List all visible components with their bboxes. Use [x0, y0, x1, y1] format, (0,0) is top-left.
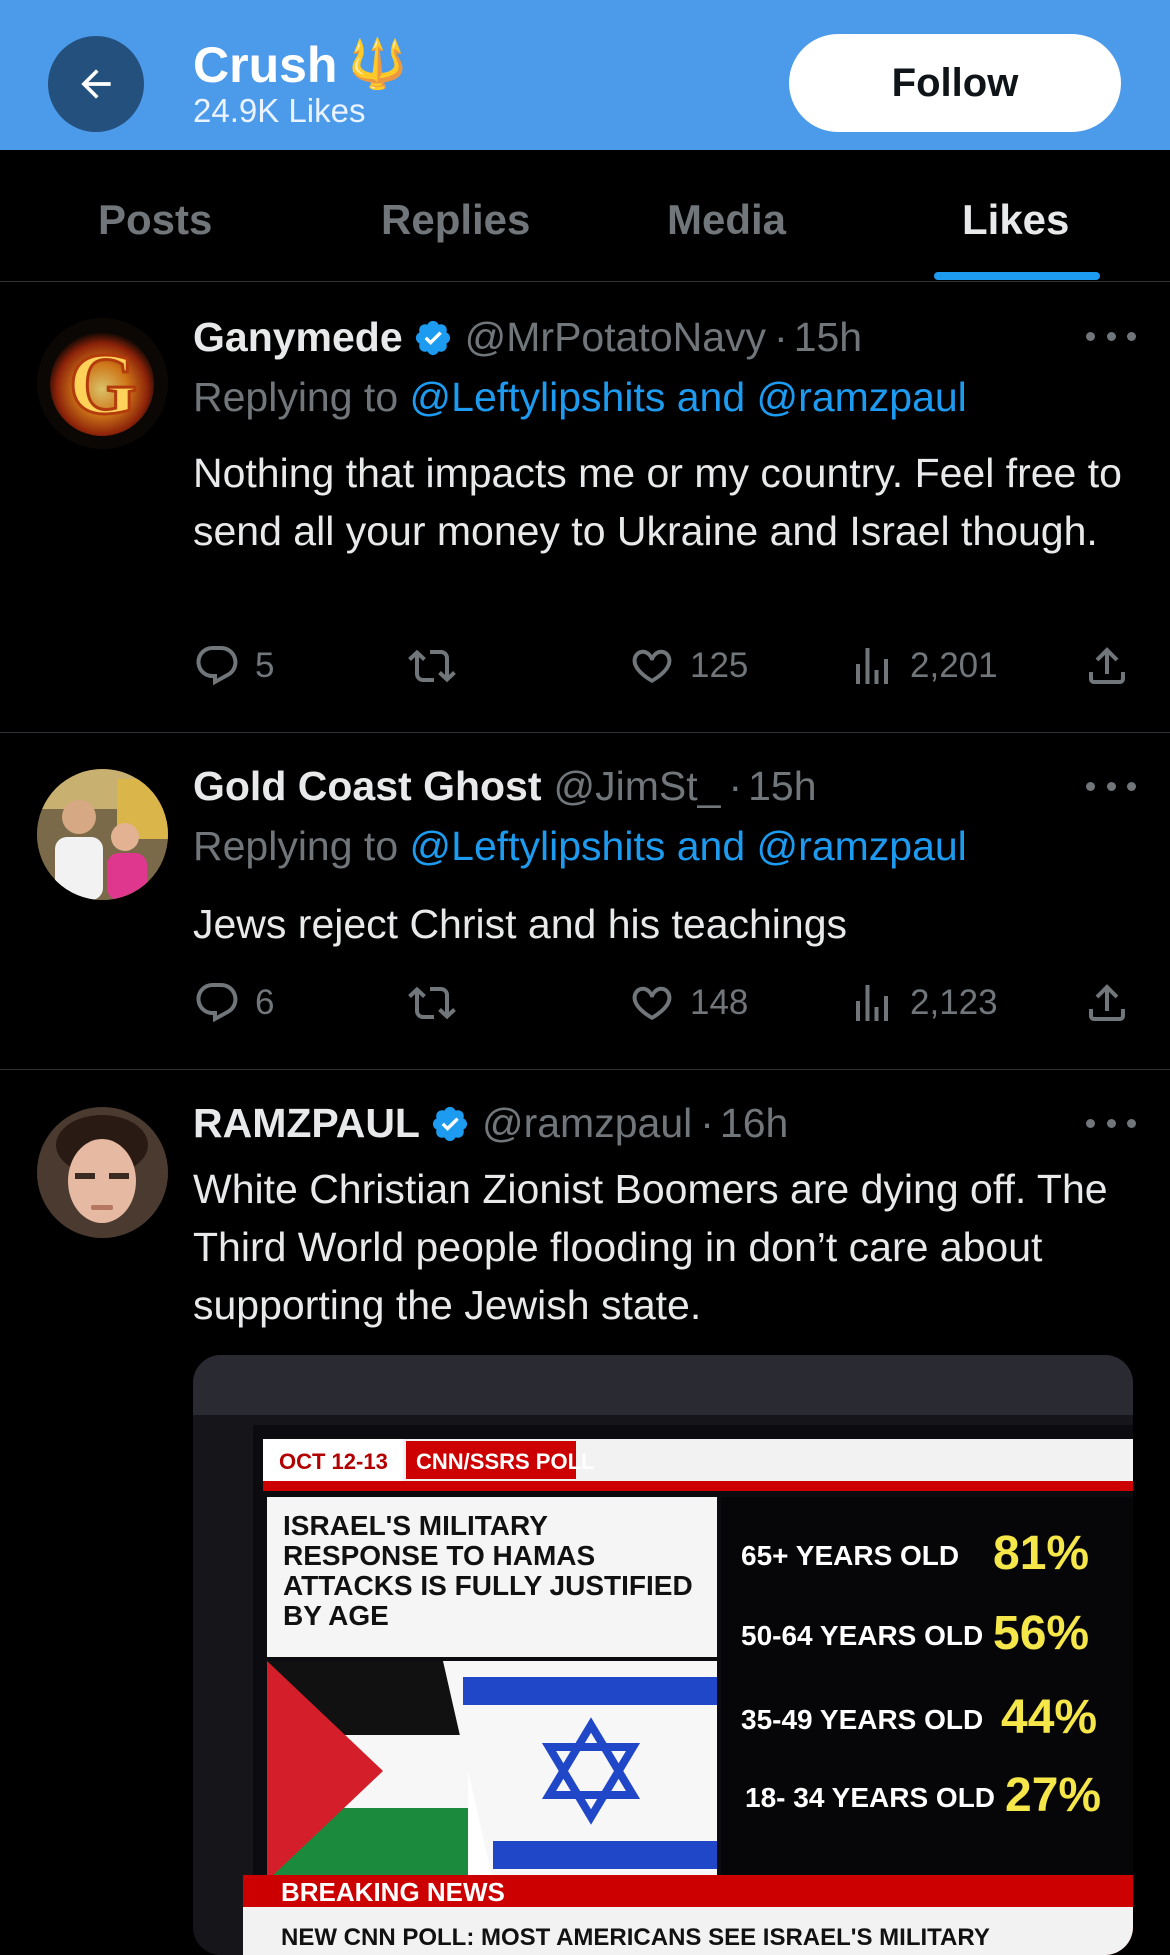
back-button[interactable] [48, 36, 144, 132]
back-arrow-icon [81, 69, 111, 99]
reply-icon [196, 646, 238, 686]
views-chart-icon [856, 648, 888, 684]
share-icon [1089, 647, 1125, 684]
tweet[interactable]: Gold Coast Ghost @JimSt_ · 15h Replying … [0, 733, 1170, 1070]
profile-tabs: Posts Replies Media Likes [0, 150, 1170, 282]
tweet-actions: 6 148 2,123 [193, 979, 1133, 1029]
tab-media[interactable]: Media [667, 196, 786, 244]
poll-date: OCT 12-13 [279, 1449, 388, 1474]
tv-poll-graphic: BREAKING NEWS NEW CNN POLL: MOST AMERICA… [193, 1355, 1133, 1955]
tweet-time[interactable]: 15h [794, 314, 862, 361]
tweet-text: Nothing that impacts me or my country. F… [193, 450, 1122, 554]
tweet-text: White Christian Zionist Boomers are dyin… [193, 1166, 1108, 1328]
avatar[interactable] [37, 769, 168, 900]
avatar-photo [37, 1107, 168, 1238]
views-button[interactable]: 2,201 [848, 642, 998, 690]
author-handle[interactable]: @MrPotatoNavy [465, 314, 766, 361]
avatar[interactable]: G [37, 318, 168, 449]
author-handle[interactable]: @ramzpaul [482, 1100, 692, 1147]
poll-row-value: 56% [993, 1607, 1089, 1660]
poll-row-label: 65+ YEARS OLD [741, 1540, 959, 1571]
svg-text:RESPONSE TO HAMAS: RESPONSE TO HAMAS [283, 1540, 595, 1571]
verified-badge-icon [415, 320, 450, 355]
tab-posts[interactable]: Posts [98, 196, 212, 244]
retweet-button[interactable] [408, 979, 456, 1027]
views-button[interactable]: 2,123 [848, 979, 998, 1027]
trident-icon: 🔱 [347, 38, 408, 91]
tweet-header: Ganymede @MrPotatoNavy · 15h [193, 314, 863, 361]
ticker-text: NEW CNN POLL: MOST AMERICANS SEE ISRAEL'… [281, 1924, 990, 1951]
tweet-header: RAMZPAUL @ramzpaul · 16h [193, 1100, 789, 1147]
replying-to: Replying to @Leftylipshits and @ramzpaul [193, 823, 967, 869]
reply-count: 6 [255, 983, 275, 1022]
reply-button[interactable]: 6 [193, 979, 274, 1027]
poll-row-value: 27% [1005, 1769, 1101, 1822]
like-count: 148 [690, 983, 749, 1022]
replying-to: Replying to @Leftylipshits and @ramzpaul [193, 374, 967, 420]
like-count: 125 [690, 646, 749, 685]
tweet-time[interactable]: 15h [748, 763, 816, 810]
tweet-media-image[interactable]: BREAKING NEWS NEW CNN POLL: MOST AMERICA… [193, 1355, 1133, 1955]
poll-source: CNN/SSRS POLL [416, 1449, 594, 1474]
replying-to-link[interactable]: @Leftylipshits and @ramzpaul [410, 823, 967, 869]
active-tab-indicator [934, 272, 1100, 280]
tweet-text: Jews reject Christ and his teachings [193, 901, 848, 947]
verified-badge-icon [432, 1106, 468, 1141]
profile-header: Crush 🔱 24.9K Likes Follow [0, 0, 1170, 150]
avatar[interactable] [37, 1107, 168, 1238]
share-icon [1089, 984, 1125, 1021]
tweet[interactable]: G Ganymede @MrPotatoNavy · 15h Replying … [0, 282, 1170, 733]
more-options-icon[interactable] [1086, 782, 1136, 796]
author-name[interactable]: Gold Coast Ghost [193, 763, 542, 810]
like-button[interactable]: 125 [628, 642, 748, 690]
retweet-icon [408, 649, 456, 683]
profile-name: Crush 🔱 [193, 37, 408, 93]
svg-text:BY AGE: BY AGE [283, 1600, 389, 1631]
share-button[interactable] [1083, 642, 1131, 690]
tweet-header: Gold Coast Ghost @JimSt_ · 15h [193, 763, 817, 810]
poll-row-value: 44% [1001, 1691, 1097, 1744]
profile-likes-count: 24.9K Likes [193, 92, 366, 129]
reply-count: 5 [255, 646, 275, 685]
tab-replies[interactable]: Replies [381, 196, 530, 244]
svg-text:G: G [69, 336, 137, 433]
retweet-button[interactable] [408, 642, 456, 690]
avatar-photo [37, 769, 168, 900]
retweet-icon [408, 986, 456, 1020]
author-name[interactable]: RAMZPAUL [193, 1100, 420, 1147]
follow-button[interactable]: Follow [789, 34, 1121, 132]
tweet-time[interactable]: 16h [720, 1100, 788, 1147]
poll-row-value: 81% [993, 1527, 1089, 1580]
tweet-actions: 5 125 2,201 [193, 642, 1133, 692]
fire-letter-g-avatar: G [37, 318, 168, 449]
more-options-icon[interactable] [1086, 332, 1136, 346]
poll-row-label: 35-49 YEARS OLD [741, 1704, 983, 1735]
heart-icon [632, 649, 672, 683]
poll-row-label: 18- 34 YEARS OLD [745, 1782, 995, 1813]
share-button[interactable] [1083, 979, 1131, 1027]
view-count: 2,201 [910, 646, 998, 685]
heart-icon [632, 986, 672, 1020]
like-button[interactable]: 148 [628, 979, 748, 1027]
svg-text:ISRAEL'S MILITARY: ISRAEL'S MILITARY [283, 1510, 548, 1541]
view-count: 2,123 [910, 983, 998, 1022]
author-handle[interactable]: @JimSt_ [554, 763, 721, 810]
reply-icon [196, 983, 238, 1023]
svg-text:ATTACKS IS FULLY JUSTIFIED: ATTACKS IS FULLY JUSTIFIED [283, 1570, 693, 1601]
views-chart-icon [856, 985, 888, 1021]
tab-likes[interactable]: Likes [962, 196, 1069, 244]
reply-button[interactable]: 5 [193, 642, 274, 690]
replying-to-link[interactable]: @Leftylipshits and @ramzpaul [410, 374, 967, 420]
more-options-icon[interactable] [1086, 1119, 1136, 1133]
breaking-news-label: BREAKING NEWS [281, 1877, 505, 1907]
author-name[interactable]: Ganymede [193, 314, 403, 361]
poll-row-label: 50-64 YEARS OLD [741, 1620, 983, 1651]
